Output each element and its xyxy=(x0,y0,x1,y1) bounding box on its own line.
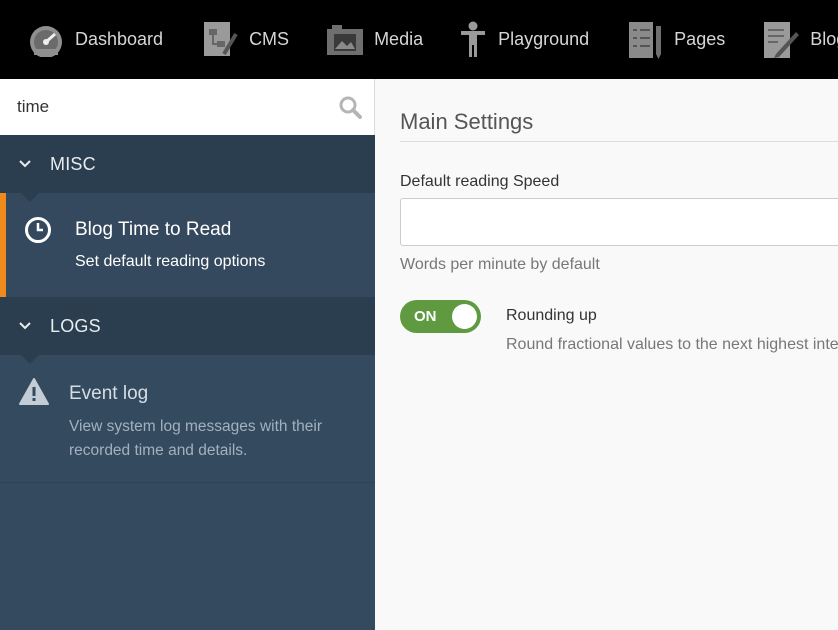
main-content: Main Settings Default reading Speed Word… xyxy=(375,79,838,630)
nav-item-dashboard[interactable]: Dashboard xyxy=(27,0,163,79)
nav-item-blog[interactable]: Blog xyxy=(762,0,838,79)
nav-label: Media xyxy=(374,29,424,49)
sidebar-item-event-log[interactable]: Event log View system log messages with … xyxy=(0,355,375,483)
nav-label: Pages xyxy=(674,29,726,49)
nav-item-pages[interactable]: Pages xyxy=(626,0,725,79)
playground-figure-icon xyxy=(458,20,488,60)
nav-label: Blog xyxy=(810,29,838,49)
sidebar-item-description: Set default reading options xyxy=(75,253,266,270)
page-title: Main Settings xyxy=(400,109,534,134)
section-header-logs[interactable]: LOGS xyxy=(0,297,375,364)
cms-sitemap-icon xyxy=(201,20,239,60)
rounding-up-label: Rounding up xyxy=(506,307,597,324)
sidebar-item-blog-time-to-read[interactable]: Blog Time to Read Set default reading op… xyxy=(0,193,375,297)
section-label: LOGS xyxy=(50,315,101,336)
warning-icon xyxy=(18,377,50,407)
media-camera-icon xyxy=(326,20,364,60)
chevron-down-icon xyxy=(18,319,32,333)
section-header-misc[interactable]: MISC xyxy=(0,135,375,202)
sidebar-item-title: Blog Time to Read xyxy=(75,219,232,240)
section-label: MISC xyxy=(50,153,96,174)
sidebar-item-title: Event log xyxy=(69,383,149,404)
top-navigation: Dashboard CMS Media Playground Pages Blo… xyxy=(0,0,838,79)
title-divider xyxy=(400,141,838,142)
clock-icon xyxy=(24,216,52,244)
pages-document-icon xyxy=(626,20,664,60)
nav-item-media[interactable]: Media xyxy=(326,0,423,79)
nav-label: Dashboard xyxy=(75,29,164,49)
sidebar: MISC Blog Time to Read Set default readi… xyxy=(0,79,375,630)
rounding-up-description: Round fractional values to the next high… xyxy=(506,336,838,353)
toggle-knob xyxy=(452,304,477,329)
nav-item-cms[interactable]: CMS xyxy=(201,0,289,79)
section-notch xyxy=(21,193,39,202)
toggle-state-label: ON xyxy=(414,308,437,325)
nav-label: Playground xyxy=(498,29,590,49)
chevron-down-icon xyxy=(18,157,32,171)
nav-label: CMS xyxy=(249,29,290,49)
blog-pencil-icon xyxy=(762,20,800,60)
section-notch xyxy=(21,355,39,364)
reading-speed-input[interactable] xyxy=(400,198,838,246)
nav-item-playground[interactable]: Playground xyxy=(458,0,589,79)
reading-speed-help: Words per minute by default xyxy=(400,256,600,273)
sidebar-item-description: View system log messages with their reco… xyxy=(69,418,322,459)
search-input[interactable] xyxy=(17,97,338,117)
rounding-up-toggle[interactable]: ON xyxy=(400,300,481,333)
dashboard-gauge-icon xyxy=(27,20,65,60)
search-box xyxy=(0,79,375,135)
search-icon[interactable] xyxy=(338,95,362,119)
reading-speed-label: Default reading Speed xyxy=(400,173,560,190)
